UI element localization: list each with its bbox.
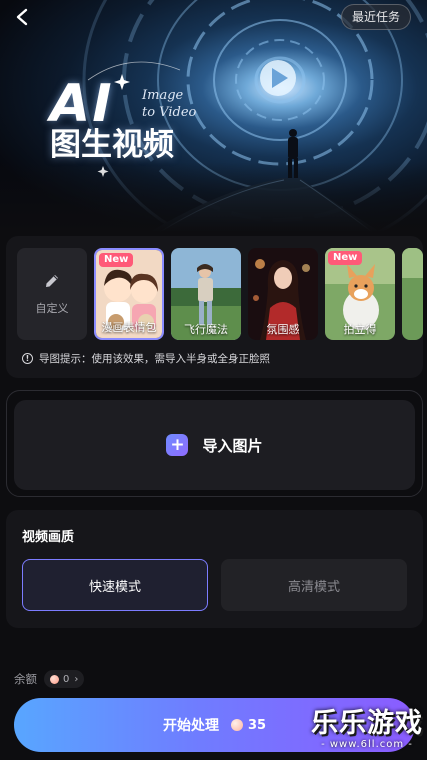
effect-atmosphere[interactable]: 氛围感 <box>248 248 318 340</box>
video-quality-panel: 视频画质 快速模式 高清模式 <box>6 510 423 628</box>
new-badge: New <box>99 253 134 267</box>
effects-panel: 自定义 New 漫画表情包 飞行魔法 氛围感 New 拍立得 ! 导图提示：使用… <box>6 236 423 378</box>
back-button[interactable] <box>10 5 34 29</box>
hero-subtitle-line2: to Video <box>142 105 197 120</box>
hero-banner: AI 图生视频 Image to Video <box>0 0 427 232</box>
effect-custom[interactable]: 自定义 <box>17 248 87 340</box>
effect-flying-magic[interactable]: 飞行魔法 <box>171 248 241 340</box>
start-processing-label: 开始处理 <box>162 718 219 734</box>
balance-value: 0 <box>63 673 70 685</box>
watermark: 乐乐游戏 - www.6ll.com - <box>311 708 423 751</box>
watermark-title: 乐乐游戏 <box>311 708 423 739</box>
balance-pill[interactable]: 0 › <box>44 670 85 688</box>
effect-label: 漫画表情包 <box>101 321 157 334</box>
balance-row: 余额 0 › <box>14 670 85 688</box>
effect-label: 自定义 <box>35 302 69 315</box>
hd-mode-button[interactable]: 高清模式 <box>221 559 407 611</box>
balance-label: 余额 <box>14 672 37 686</box>
effect-thumbnail <box>402 248 423 340</box>
fast-mode-button[interactable]: 快速模式 <box>22 559 208 611</box>
start-cost: 35 <box>247 717 267 733</box>
effect-label: 氛围感 <box>266 323 300 336</box>
hero-subtitle-line1: Image <box>142 88 184 103</box>
import-image-label: 导入图片 <box>202 436 263 455</box>
coin-icon <box>230 719 243 731</box>
import-image-button[interactable]: + 导入图片 <box>14 400 415 490</box>
coin-icon <box>50 674 59 684</box>
effect-hint-text: 导图提示：使用该效果，需导入半身或全身正脸照 <box>39 353 270 365</box>
effect-partial[interactable] <box>402 248 423 340</box>
effect-label: 拍立得 <box>343 323 377 336</box>
effect-hint: ! 导图提示：使用该效果，需导入半身或全身正脸照 <box>22 351 270 366</box>
hero-title: 图生视频 <box>50 127 174 163</box>
chevron-right-icon: › <box>74 673 79 685</box>
pencil-icon <box>46 275 58 287</box>
hero-title-ai: AI <box>50 74 114 134</box>
info-icon: ! <box>22 353 33 364</box>
new-badge: New <box>328 251 363 265</box>
watermark-url: - www.6ll.com - <box>321 739 413 750</box>
recent-tasks-button[interactable]: 最近任务 <box>340 4 411 30</box>
effect-label: 飞行魔法 <box>184 323 228 336</box>
effect-comic-stickers[interactable]: New 漫画表情包 <box>94 248 164 340</box>
chevron-left-icon <box>16 8 28 26</box>
video-quality-title: 视频画质 <box>22 530 75 545</box>
plus-icon: + <box>166 434 189 456</box>
effect-polaroid[interactable]: New 拍立得 <box>325 248 395 340</box>
hero-subtitle: Image to Video <box>142 87 196 121</box>
